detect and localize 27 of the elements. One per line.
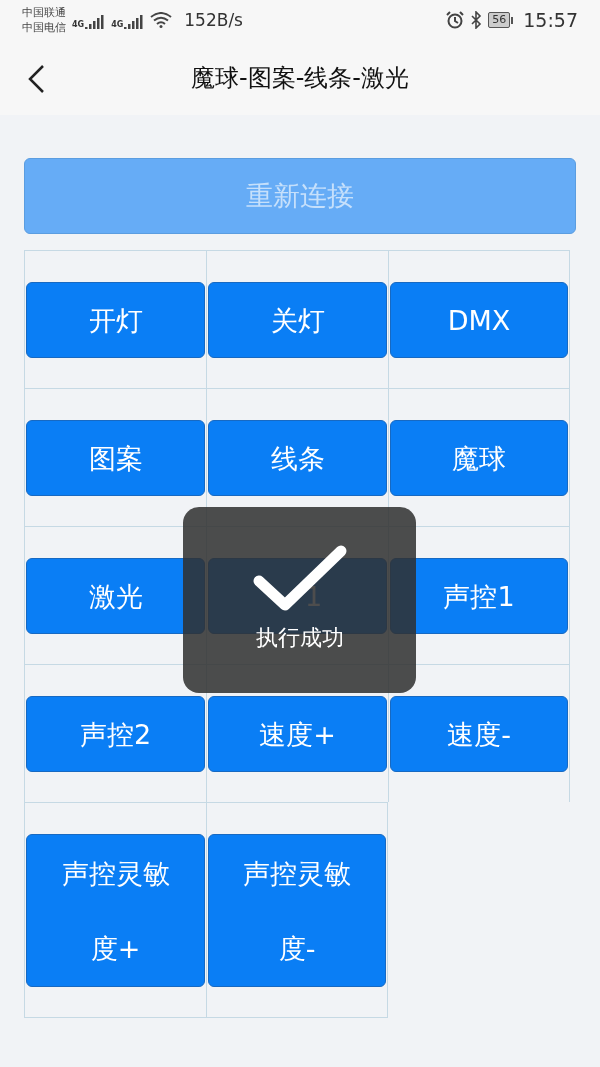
- back-icon[interactable]: [26, 64, 46, 94]
- control-button[interactable]: 声控灵敏度+: [26, 834, 205, 987]
- control-button[interactable]: 线条: [208, 420, 387, 496]
- control-button[interactable]: 速度+: [208, 696, 387, 772]
- network-type-label: 4G: [72, 19, 85, 29]
- control-button[interactable]: DMX: [390, 282, 568, 358]
- control-button[interactable]: 关灯: [208, 282, 387, 358]
- control-button[interactable]: 声控2: [26, 696, 205, 772]
- control-button[interactable]: 魔球: [390, 420, 568, 496]
- network-type-label: 4G: [111, 19, 124, 29]
- control-button[interactable]: 图案: [26, 420, 205, 496]
- clock-time: 15:57: [523, 9, 578, 31]
- checkmark-icon: [252, 545, 347, 613]
- control-button[interactable]: 声控灵敏度-: [208, 834, 386, 987]
- network-speed: 152B/s: [184, 10, 243, 30]
- toast-message: 执行成功: [255, 624, 344, 652]
- control-button[interactable]: 开灯: [26, 282, 205, 358]
- battery-level: 56: [488, 12, 511, 28]
- control-button[interactable]: 速度-: [390, 696, 568, 772]
- page-title: 魔球-图案-线条-激光: [191, 62, 409, 94]
- bluetooth-icon: [470, 11, 483, 29]
- carrier-name: 中国联通: [22, 5, 66, 20]
- signal-icon: [124, 12, 145, 29]
- wifi-icon: [150, 12, 173, 28]
- alarm-icon: [446, 11, 465, 29]
- signal-icon: [85, 12, 106, 29]
- carrier-name: 中国电信: [22, 20, 66, 35]
